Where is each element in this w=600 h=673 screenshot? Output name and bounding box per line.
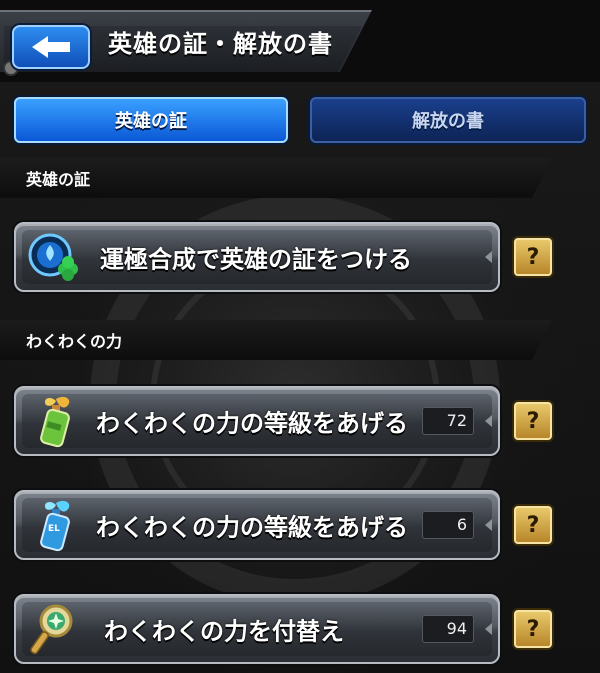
- caret-icon: [485, 251, 492, 263]
- green-growth-bottle-icon: [40, 396, 70, 448]
- item-count: 94: [422, 615, 474, 643]
- help-button-wand[interactable]: ?: [514, 610, 552, 648]
- back-arrow-icon: [32, 36, 48, 58]
- back-button[interactable]: [12, 25, 90, 69]
- section-header-wakuwaku: わくわくの力: [0, 320, 552, 360]
- tab-release-book[interactable]: 解放の書: [310, 97, 586, 143]
- svg-text:EL: EL: [48, 524, 60, 534]
- raise-wakuwaku-grade-el-button[interactable]: EL わくわくの力の等級をあげる 6: [14, 490, 500, 560]
- magic-wand-icon: [30, 604, 73, 655]
- tab-label: 英雄の証: [115, 111, 187, 132]
- tab-label: 解放の書: [412, 111, 484, 132]
- caret-icon: [485, 415, 492, 427]
- action-label: 運極合成で英雄の証をつける: [100, 245, 412, 274]
- raise-wakuwaku-grade-button[interactable]: わくわくの力の等級をあげる 72: [14, 386, 500, 456]
- help-button-hero-proof[interactable]: ?: [514, 238, 552, 276]
- change-wakuwaku-button[interactable]: わくわくの力を付替え 94: [14, 594, 500, 664]
- blue-el-bottle-icon: EL: [40, 500, 70, 552]
- section-title: 英雄の証: [26, 170, 91, 189]
- caret-icon: [485, 519, 492, 531]
- action-label: わくわくの力の等級をあげる: [96, 513, 408, 542]
- help-button-green-bottle[interactable]: ?: [514, 402, 552, 440]
- attach-hero-proof-button[interactable]: 運極合成で英雄の証をつける: [14, 222, 500, 292]
- action-label: わくわくの力を付替え: [104, 617, 344, 646]
- page-title: 英雄の証・解放の書: [108, 30, 333, 58]
- section-title: わくわくの力: [26, 332, 123, 351]
- caret-icon: [485, 623, 492, 635]
- help-button-blue-bottle[interactable]: ?: [514, 506, 552, 544]
- item-count: 6: [422, 511, 474, 539]
- section-header-hero-proof: 英雄の証: [0, 158, 552, 198]
- tab-hero-proof[interactable]: 英雄の証: [14, 97, 288, 143]
- action-label: わくわくの力の等級をあげる: [96, 409, 408, 438]
- hero-proof-clover-icon: [28, 233, 78, 281]
- item-count: 72: [422, 407, 474, 435]
